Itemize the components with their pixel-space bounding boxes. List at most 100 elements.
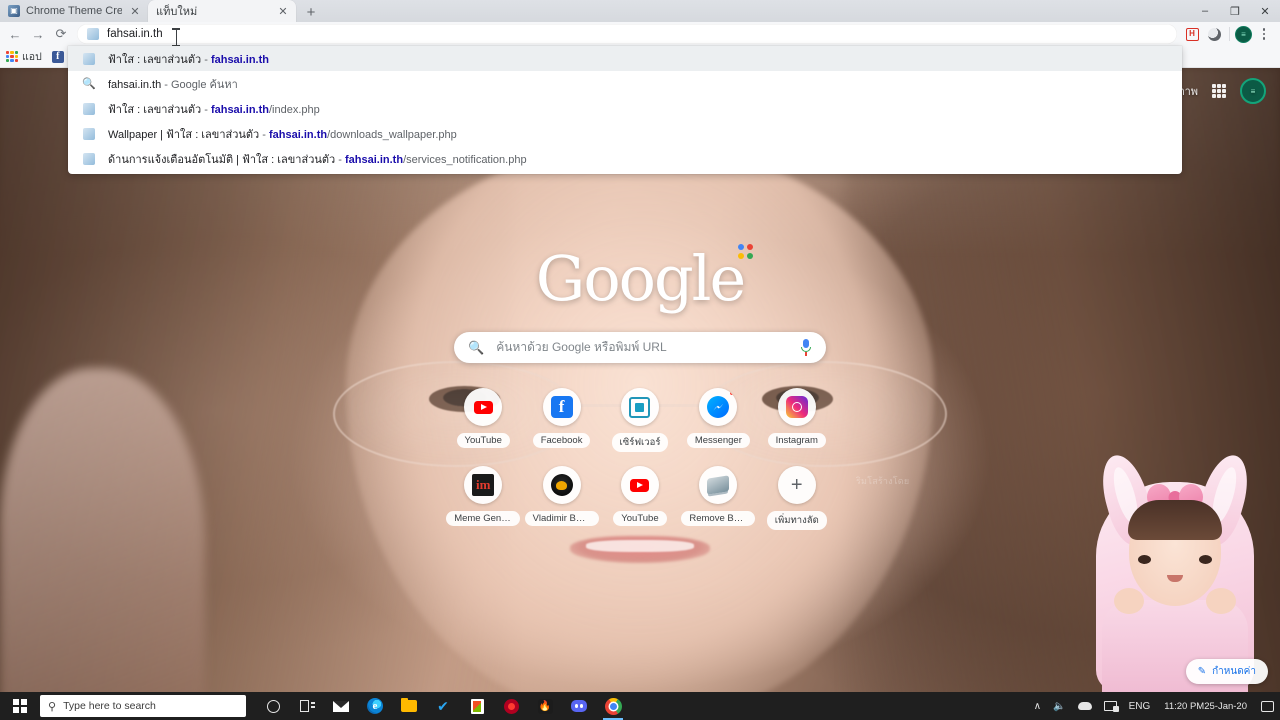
mail-icon[interactable] — [324, 692, 358, 720]
chrome-icon[interactable] — [596, 692, 630, 720]
suggestion-title: ฟ้าใส : เลขาส่วนตัว — [108, 53, 202, 66]
ball-extension-icon[interactable] — [1204, 24, 1224, 44]
discord-icon[interactable] — [562, 692, 596, 720]
tab-close-button[interactable]: ✕ — [128, 4, 142, 18]
toolbar-actions: H ≡ — [1182, 24, 1276, 44]
edge-icon[interactable]: e — [358, 692, 392, 720]
suggestion-query: fahsai.in.th — [108, 78, 162, 91]
taskbar-search-input[interactable]: ⚲ Type here to search — [40, 695, 246, 717]
chrome-menu-button[interactable] — [1254, 24, 1274, 44]
google-logo-dots-icon — [738, 244, 754, 260]
screen-recorder-icon[interactable] — [494, 692, 528, 720]
omnibox-suggestions-dropdown: ฟ้าใส : เลขาส่วนตัว - fahsai.in.th 🔍 fah… — [68, 46, 1182, 174]
shortcut-youtube-2[interactable]: YouTube — [601, 466, 679, 530]
suggestion-row-search[interactable]: 🔍 fahsai.in.th - Google ค้นหา — [68, 71, 1182, 96]
shortcut-label: Remove Back... — [681, 511, 756, 526]
suggestion-separator: - — [201, 53, 211, 66]
profile-avatar[interactable]: ≡ — [1235, 25, 1252, 43]
suggestion-suffix: - Google ค้นหา — [161, 78, 238, 91]
start-button[interactable] — [0, 692, 40, 720]
tab-chrome-theme-creator[interactable]: ▣ Chrome Theme Creator - Create ✕ — [0, 0, 148, 22]
back-button[interactable]: ← — [4, 23, 26, 45]
suggestion-domain: fahsai.in.th — [210, 103, 269, 116]
hm-extension-icon[interactable]: H — [1182, 24, 1202, 44]
shortcut-add[interactable]: + เพิ่มทางลัด — [758, 466, 836, 530]
minimize-button[interactable]: – — [1190, 0, 1220, 22]
maximize-button[interactable]: ❐ — [1220, 0, 1250, 22]
new-tab-button[interactable]: + — [298, 2, 324, 22]
shortcut-server[interactable]: เซิร์ฟเวอร์ — [601, 388, 679, 452]
tab-close-button[interactable]: ✕ — [276, 4, 290, 18]
suggestion-row[interactable]: ฟ้าใส : เลขาส่วนตัว - fahsai.in.th/index… — [68, 96, 1182, 121]
tray-expand-icon[interactable]: ∧ — [1028, 692, 1047, 720]
shortcut-label: เพิ่มทางลัด — [766, 511, 827, 530]
language-indicator[interactable]: ENG — [1123, 692, 1157, 720]
bookmark-label: แอป — [22, 51, 42, 63]
suggestion-text: Wallpaper | ฟ้าใส : เลขาส่วนตัว - fahsai… — [108, 125, 457, 143]
tab-title: Chrome Theme Creator - Create — [26, 5, 122, 17]
shortcut-label: เซิร์ฟเวอร์ — [611, 433, 669, 452]
search-icon: 🔍 — [468, 339, 485, 355]
suggestion-row[interactable]: ด้านการแจ้งเตือนอัตโนมัติ | ฟ้าใส : เลขา… — [68, 146, 1182, 171]
customize-button[interactable]: ✎ กำหนดค่า — [1185, 659, 1268, 684]
close-button[interactable]: ✕ — [1250, 0, 1280, 22]
action-center-icon[interactable] — [1255, 692, 1280, 720]
suggestion-title: Wallpaper | ฟ้าใส : เลขาส่วนตัว — [108, 128, 260, 141]
firealpaca-icon[interactable]: 🔥 — [528, 692, 562, 720]
bookmark-apps[interactable]: แอป — [6, 48, 42, 65]
chrome-browser-window: ▣ Chrome Theme Creator - Create ✕ แท็บให… — [0, 0, 1280, 692]
shortcut-instagram[interactable]: Instagram — [758, 388, 836, 452]
microphone-icon[interactable] — [800, 339, 812, 356]
window-controls: – ❐ ✕ — [1190, 0, 1280, 22]
site-icon — [82, 127, 96, 140]
system-tray: ∧ 🔈 ENG 11:20 PM 25-Jan-20 — [1028, 692, 1280, 720]
forward-button[interactable]: → — [27, 23, 49, 45]
google-account-avatar[interactable]: ≡ — [1240, 78, 1266, 104]
suggestion-row[interactable]: ฟ้าใส : เลขาส่วนตัว - fahsai.in.th — [68, 46, 1182, 71]
suggestion-domain: fahsai.in.th — [269, 128, 328, 141]
ntp-search-placeholder: ค้นหาด้วย Google หรือพิมพ์ URL — [496, 340, 667, 354]
todo-icon[interactable]: ✔ — [426, 692, 460, 720]
apps-grid-icon — [6, 50, 18, 63]
customize-label: กำหนดค่า — [1212, 666, 1256, 677]
theme-creator-favicon: ▣ — [8, 5, 20, 17]
task-view-glyph — [299, 700, 315, 712]
suggestion-text: ด้านการแจ้งเตือนอัตโนมัติ | ฟ้าใส : เลขา… — [108, 150, 527, 168]
messenger-icon — [699, 388, 738, 426]
volume-icon[interactable]: 🔈 — [1047, 692, 1071, 720]
clock-time: 11:20 PM — [1164, 700, 1205, 712]
shortcut-meme-generator[interactable]: im Meme Genera... — [444, 466, 522, 530]
address-bar[interactable]: fahsai.in.th — [77, 24, 1177, 44]
remove-background-icon — [699, 466, 738, 504]
clock[interactable]: 11:20 PM 25-Jan-20 — [1156, 692, 1255, 720]
tab-strip: ▣ Chrome Theme Creator - Create ✕ แท็บให… — [0, 0, 1280, 22]
microsoft-store-icon[interactable] — [460, 692, 494, 720]
file-explorer-icon[interactable] — [392, 692, 426, 720]
cortana-icon[interactable] — [256, 692, 290, 720]
shortcut-youtube[interactable]: YouTube — [444, 388, 522, 452]
suggestion-path: /services_notification.php — [403, 153, 527, 166]
network-icon[interactable] — [1098, 692, 1123, 720]
shortcut-remove-background[interactable]: Remove Back... — [679, 466, 757, 530]
shortcut-vladimir-build[interactable]: Vladimir Build... — [522, 466, 600, 530]
clock-date: 25-Jan-20 — [1204, 700, 1247, 712]
meme-generator-icon: im — [464, 466, 503, 504]
suggestion-domain: fahsai.in.th — [345, 153, 404, 166]
suggestion-path: /index.php — [269, 103, 320, 116]
tab-title: แท็บใหม่ — [156, 6, 198, 18]
facebook-icon: f — [542, 388, 581, 426]
task-view-icon[interactable] — [290, 692, 324, 720]
search-icon: 🔍 — [82, 78, 96, 90]
tab-new-tab[interactable]: แท็บใหม่ ✕ — [148, 0, 296, 22]
suggestion-row[interactable]: Wallpaper | ฟ้าใส : เลขาส่วนตัว - fahsai… — [68, 121, 1182, 146]
suggestion-separator: - — [335, 153, 345, 166]
reload-button[interactable]: ⟳ — [50, 23, 72, 45]
shortcut-messenger[interactable]: Messenger — [679, 388, 757, 452]
mascot-graphic — [1080, 412, 1270, 692]
google-apps-icon[interactable] — [1212, 84, 1226, 98]
onedrive-icon[interactable] — [1072, 692, 1098, 720]
ntp-search-box[interactable]: 🔍 ค้นหาด้วย Google หรือพิมพ์ URL — [454, 332, 826, 363]
taskbar-pinned-apps: e ✔ 🔥 — [256, 692, 630, 720]
shortcut-facebook[interactable]: f Facebook — [522, 388, 600, 452]
suggestion-title: ฟ้าใส : เลขาส่วนตัว — [108, 103, 202, 116]
